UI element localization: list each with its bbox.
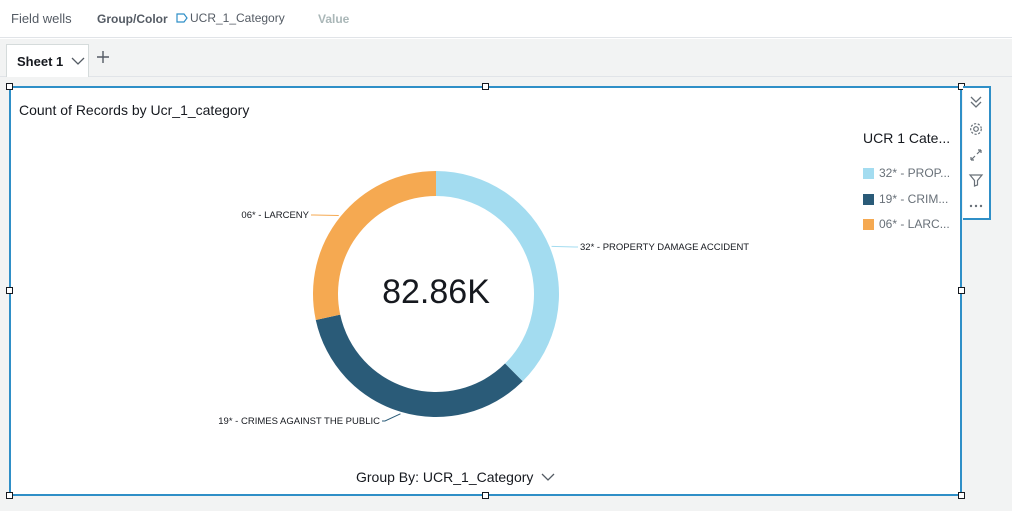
donut-slice[interactable] bbox=[315, 314, 523, 417]
donut-total-value: 82.86K bbox=[382, 273, 490, 311]
data-label: 19* - CRIMES AGAINST THE PUBLIC bbox=[218, 416, 380, 427]
data-label-leader bbox=[382, 413, 401, 422]
chevron-down-icon bbox=[541, 473, 555, 481]
data-label: 32* - PROPERTY DAMAGE ACCIDENT bbox=[580, 242, 749, 253]
donut-chart: 32* - PROPERTY DAMAGE ACCIDENT 19* - CRIM… bbox=[218, 171, 749, 427]
group-by-label: Group By: UCR_1_Category bbox=[356, 469, 534, 485]
group-by-control[interactable]: Group By: UCR_1_Category bbox=[356, 469, 555, 485]
data-label: 06* - LARCENY bbox=[241, 210, 309, 221]
data-label-leader bbox=[551, 245, 578, 248]
